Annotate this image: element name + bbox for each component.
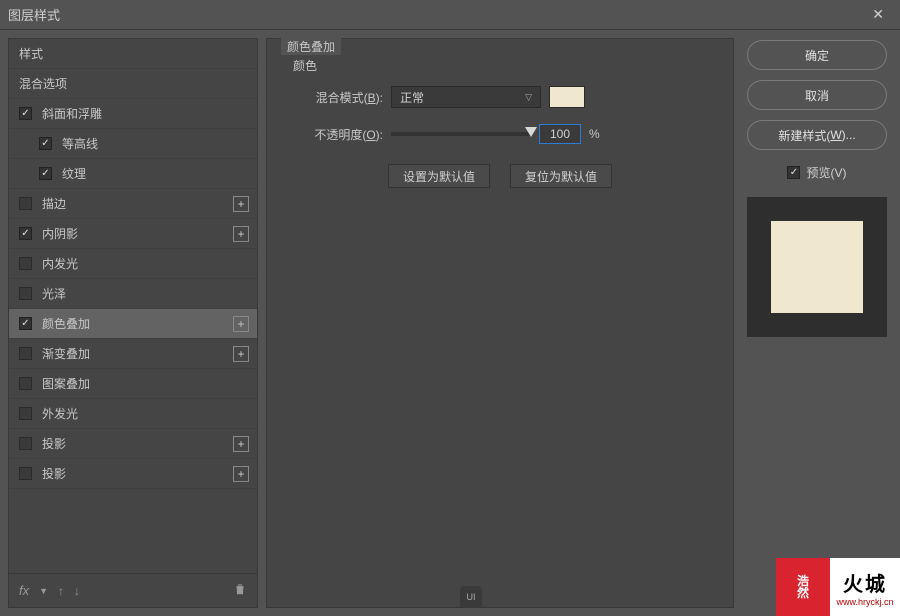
- style-checkbox[interactable]: [19, 347, 32, 360]
- sidebar-item[interactable]: 投影 +: [9, 429, 257, 459]
- sidebar-item[interactable]: 内发光: [9, 249, 257, 279]
- styles-sidebar: 样式 混合选项 斜面和浮雕等高线纹理描边 + 内阴影 + 内发光光泽颜色叠加 + 渐变叠加 +…: [8, 38, 258, 608]
- group-title: 颜色叠加: [281, 38, 341, 55]
- style-checkbox[interactable]: [39, 137, 52, 150]
- sidebar-item[interactable]: 内阴影 +: [9, 219, 257, 249]
- sidebar-item[interactable]: 图案叠加: [9, 369, 257, 399]
- style-checkbox[interactable]: [19, 317, 32, 330]
- sidebar-item-label: 内阴影: [42, 225, 78, 242]
- cancel-button[interactable]: 取消: [747, 80, 887, 110]
- watermark-red: 浩然: [776, 558, 830, 616]
- slider-thumb-icon[interactable]: [525, 127, 537, 137]
- add-effect-icon[interactable]: +: [233, 196, 249, 212]
- opacity-slider[interactable]: [391, 132, 531, 136]
- sidebar-item[interactable]: 纹理: [9, 159, 257, 189]
- move-down-icon[interactable]: ↓: [74, 584, 80, 598]
- reset-default-button[interactable]: 复位为默认值: [510, 164, 612, 188]
- add-effect-icon[interactable]: +: [233, 226, 249, 242]
- overlay-color-swatch[interactable]: [549, 86, 585, 108]
- sidebar-item-label: 内发光: [42, 255, 78, 272]
- sidebar-item[interactable]: 投影 +: [9, 459, 257, 489]
- close-icon[interactable]: ✕: [864, 4, 892, 25]
- opacity-row: 不透明度(O): %: [287, 124, 713, 144]
- sidebar-item[interactable]: 斜面和浮雕: [9, 99, 257, 129]
- sidebar-item-label: 渐变叠加: [42, 345, 90, 362]
- preview-swatch: [771, 221, 863, 313]
- style-checkbox[interactable]: [19, 287, 32, 300]
- sidebar-item-label: 投影: [42, 435, 66, 452]
- sidebar-item-label: 投影: [42, 465, 66, 482]
- watermark-white: 火城 www.hryckj.cn: [830, 558, 900, 616]
- blend-mode-label: 混合模式(B):: [287, 89, 383, 106]
- sidebar-item-label: 颜色叠加: [42, 315, 90, 332]
- sidebar-header-styles[interactable]: 样式: [9, 39, 257, 69]
- preview-checkbox[interactable]: ✓: [787, 166, 800, 179]
- move-up-icon[interactable]: ↑: [58, 584, 64, 598]
- header-label: 混合选项: [19, 75, 67, 92]
- trash-icon[interactable]: [233, 582, 247, 599]
- preview-box: [747, 197, 887, 337]
- style-checkbox[interactable]: [19, 227, 32, 240]
- sidebar-list: 样式 混合选项 斜面和浮雕等高线纹理描边 + 内阴影 + 内发光光泽颜色叠加 + 渐变叠加 +…: [9, 39, 257, 573]
- add-effect-icon[interactable]: +: [233, 346, 249, 362]
- watermark-center-logo: UI: [460, 586, 482, 608]
- titlebar: 图层样式 ✕: [0, 0, 900, 30]
- style-checkbox[interactable]: [19, 377, 32, 390]
- watermark-right: 浩然 火城 www.hryckj.cn: [776, 558, 900, 616]
- add-effect-icon[interactable]: +: [233, 316, 249, 332]
- sidebar-item-label: 外发光: [42, 405, 78, 422]
- preview-label: 预览(V): [806, 164, 846, 181]
- sidebar-item[interactable]: 外发光: [9, 399, 257, 429]
- sidebar-item-label: 等高线: [62, 135, 98, 152]
- style-checkbox[interactable]: [19, 197, 32, 210]
- style-checkbox[interactable]: [39, 167, 52, 180]
- sidebar-item-label: 光泽: [42, 285, 66, 302]
- style-checkbox[interactable]: [19, 107, 32, 120]
- dialog-title: 图层样式: [8, 5, 60, 24]
- sidebar-item[interactable]: 等高线: [9, 129, 257, 159]
- style-checkbox[interactable]: [19, 437, 32, 450]
- sidebar-item-label: 图案叠加: [42, 375, 90, 392]
- right-panel: 确定 取消 新建样式(W)... ✓ 预览(V): [742, 38, 892, 608]
- sidebar-item-label: 纹理: [62, 165, 86, 182]
- add-effect-icon[interactable]: +: [233, 436, 249, 452]
- sidebar-footer: fx ▼ ↑ ↓: [9, 573, 257, 607]
- style-checkbox[interactable]: [19, 257, 32, 270]
- fx-caret-icon[interactable]: ▼: [39, 586, 48, 596]
- main-panel: 颜色叠加 颜色 混合模式(B): 正常 ▽ 不透明度(O):: [266, 38, 734, 608]
- ok-button[interactable]: 确定: [747, 40, 887, 70]
- default-buttons-row: 设置为默认值 复位为默认值: [287, 164, 713, 188]
- new-style-button[interactable]: 新建样式(W)...: [747, 120, 887, 150]
- sidebar-item[interactable]: 颜色叠加 +: [9, 309, 257, 339]
- style-checkbox[interactable]: [19, 467, 32, 480]
- opacity-label: 不透明度(O):: [287, 126, 383, 143]
- sidebar-item[interactable]: 渐变叠加 +: [9, 339, 257, 369]
- style-checkbox[interactable]: [19, 407, 32, 420]
- sidebar-item-label: 斜面和浮雕: [42, 105, 102, 122]
- sidebar-item[interactable]: 描边 +: [9, 189, 257, 219]
- header-label: 样式: [19, 45, 43, 62]
- sidebar-item-label: 描边: [42, 195, 66, 212]
- add-effect-icon[interactable]: +: [233, 466, 249, 482]
- set-default-button[interactable]: 设置为默认值: [388, 164, 490, 188]
- blend-mode-value: 正常: [400, 89, 424, 106]
- chevron-down-icon: ▽: [525, 92, 532, 103]
- opacity-unit: %: [589, 127, 600, 141]
- sidebar-item[interactable]: 光泽: [9, 279, 257, 309]
- dialog-body: 样式 混合选项 斜面和浮雕等高线纹理描边+内阴影+内发光光泽颜色叠加+渐变叠加+…: [0, 30, 900, 616]
- sidebar-header-blend[interactable]: 混合选项: [9, 69, 257, 99]
- opacity-input[interactable]: [539, 124, 581, 144]
- section-label: 颜色: [287, 57, 713, 74]
- fx-menu-icon[interactable]: fx: [19, 583, 29, 598]
- blend-mode-select[interactable]: 正常 ▽: [391, 86, 541, 108]
- preview-toggle[interactable]: ✓ 预览(V): [787, 164, 846, 181]
- blend-mode-row: 混合模式(B): 正常 ▽: [287, 86, 713, 108]
